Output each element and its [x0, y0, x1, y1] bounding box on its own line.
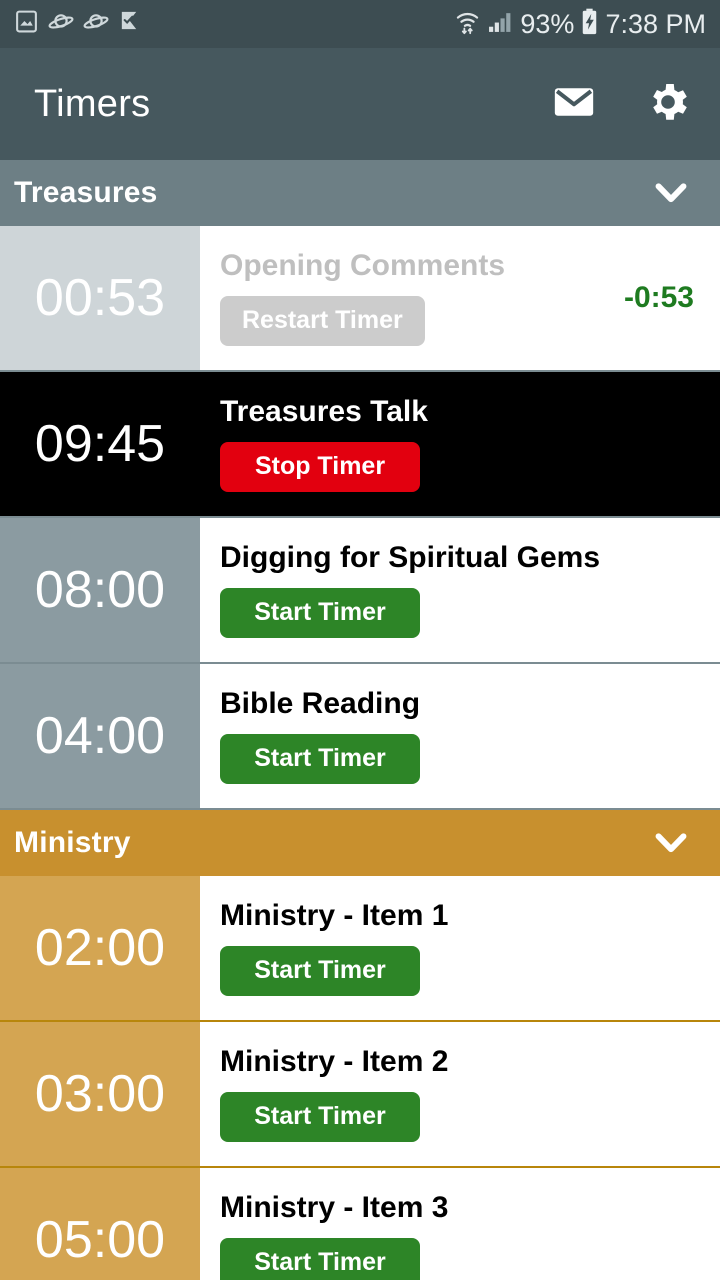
timer-list[interactable]: Treasures 00:53 Opening Comments Restart Ti… — [0, 160, 720, 1280]
timer-item-label: Digging for Spiritual Gems — [220, 541, 601, 574]
section-title: Treasures — [14, 176, 158, 209]
timer-item-label: Ministry - Item 3 — [220, 1191, 449, 1224]
chevron-down-icon[interactable] — [648, 820, 694, 866]
section-header-ministry[interactable]: Ministry — [0, 810, 720, 876]
app-bar-actions — [548, 78, 694, 130]
restart-timer-button[interactable]: Restart Timer — [220, 295, 425, 346]
timer-row[interactable]: 00:53 Opening Comments Restart Timer -0:53 — [0, 226, 720, 372]
timer-remaining-value: 09:45 — [0, 372, 200, 516]
timer-row-body: Ministry - Item 3 Start Timer — [200, 1168, 720, 1280]
screenshot-image-icon — [14, 9, 39, 39]
overtime-value: -0:53 — [623, 281, 694, 314]
start-timer-button[interactable]: Start Timer — [220, 733, 420, 784]
section-header-treasures[interactable]: Treasures — [0, 160, 720, 226]
timer-item-label: Treasures Talk — [220, 395, 428, 428]
start-timer-button[interactable]: Start Timer — [220, 1091, 420, 1142]
timer-row[interactable]: 04:00 Bible Reading Start Timer — [0, 664, 720, 810]
cellular-signal-icon — [488, 9, 513, 39]
timer-remaining-value: 08:00 — [0, 518, 200, 662]
browser-planet-icon — [48, 9, 74, 40]
mail-button[interactable] — [548, 78, 600, 130]
timer-remaining-value: 04:00 — [0, 664, 200, 808]
page-title: Timers — [34, 82, 151, 125]
mail-icon — [551, 79, 597, 130]
timer-row-body: Ministry - Item 1 Start Timer — [200, 876, 720, 1020]
settings-button[interactable] — [642, 78, 694, 130]
timer-row-body: Digging for Spiritual Gems Start Timer — [200, 518, 720, 662]
stop-timer-button[interactable]: Stop Timer — [220, 441, 420, 492]
timer-item-label: Ministry - Item 1 — [220, 899, 449, 932]
start-timer-button[interactable]: Start Timer — [220, 945, 420, 996]
chevron-down-icon[interactable] — [648, 170, 694, 216]
status-bar-system-icons: 93% 7:38 PM — [454, 8, 706, 40]
timer-remaining-value: 05:00 — [0, 1168, 200, 1280]
wifi-updown-icon — [454, 8, 481, 40]
start-timer-button[interactable]: Start Timer — [220, 1237, 420, 1280]
timers-app-screen: 93% 7:38 PM Timers Treasures 00:53 Openi… — [0, 0, 720, 1280]
timer-item-label: Opening Comments — [220, 249, 506, 282]
timer-row[interactable]: 02:00 Ministry - Item 1 Start Timer — [0, 876, 720, 1022]
timer-row[interactable]: 08:00 Digging for Spiritual Gems Start Tim… — [0, 518, 720, 664]
battery-percent-label: 93% — [520, 8, 575, 39]
gear-icon — [644, 78, 692, 131]
section-title: Ministry — [14, 826, 131, 859]
timer-row-body: Opening Comments Restart Timer -0:53 — [200, 226, 720, 370]
timer-row-body: Ministry - Item 2 Start Timer — [200, 1022, 720, 1166]
timer-item-label: Bible Reading — [220, 687, 421, 720]
status-bar-clock: 7:38 PM — [605, 8, 706, 39]
timer-remaining-value: 03:00 — [0, 1022, 200, 1166]
battery-charging-icon — [581, 8, 598, 40]
timer-row[interactable]: 09:45 Treasures Talk Stop Timer — [0, 372, 720, 518]
timer-row[interactable]: 03:00 Ministry - Item 2 Start Timer — [0, 1022, 720, 1168]
timer-remaining-value: 02:00 — [0, 876, 200, 1020]
timer-row[interactable]: 05:00 Ministry - Item 3 Start Timer — [0, 1168, 720, 1280]
status-bar-notification-icons — [14, 9, 141, 40]
timer-row-body: Treasures Talk Stop Timer — [200, 372, 720, 516]
browser-planet-icon — [83, 9, 109, 40]
timer-item-label: Ministry - Item 2 — [220, 1045, 449, 1078]
timer-remaining-value: 00:53 — [0, 226, 200, 370]
app-bar: Timers — [0, 48, 720, 160]
timer-row-body: Bible Reading Start Timer — [200, 664, 720, 808]
start-timer-button[interactable]: Start Timer — [220, 587, 420, 638]
android-status-bar: 93% 7:38 PM — [0, 0, 720, 48]
flag-check-icon — [118, 9, 141, 39]
